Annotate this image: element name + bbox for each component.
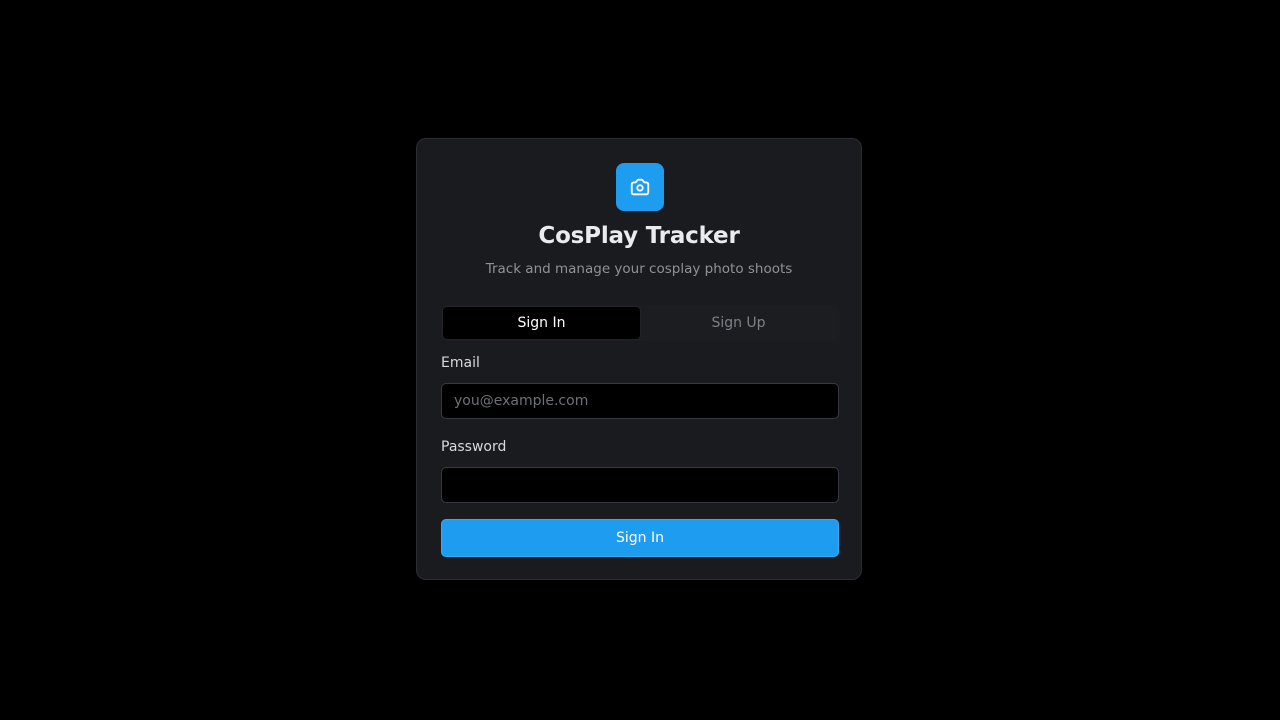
- password-label: Password: [441, 439, 507, 455]
- tab-sign-in[interactable]: Sign In: [443, 307, 640, 339]
- password-field[interactable]: [441, 467, 839, 503]
- app-title: CosPlay Tracker: [538, 223, 740, 249]
- email-label: Email: [441, 355, 480, 371]
- tab-sign-up[interactable]: Sign Up: [640, 307, 837, 339]
- auth-card: CosPlay Tracker Track and manage your co…: [416, 138, 862, 580]
- app-subtitle: Track and manage your cosplay photo shoo…: [485, 261, 793, 277]
- email-field[interactable]: [441, 383, 839, 419]
- camera-icon: [630, 178, 650, 196]
- app-logo: [616, 163, 664, 211]
- sign-in-button[interactable]: Sign In: [441, 519, 839, 557]
- auth-tabs: Sign In Sign Up: [441, 305, 839, 341]
